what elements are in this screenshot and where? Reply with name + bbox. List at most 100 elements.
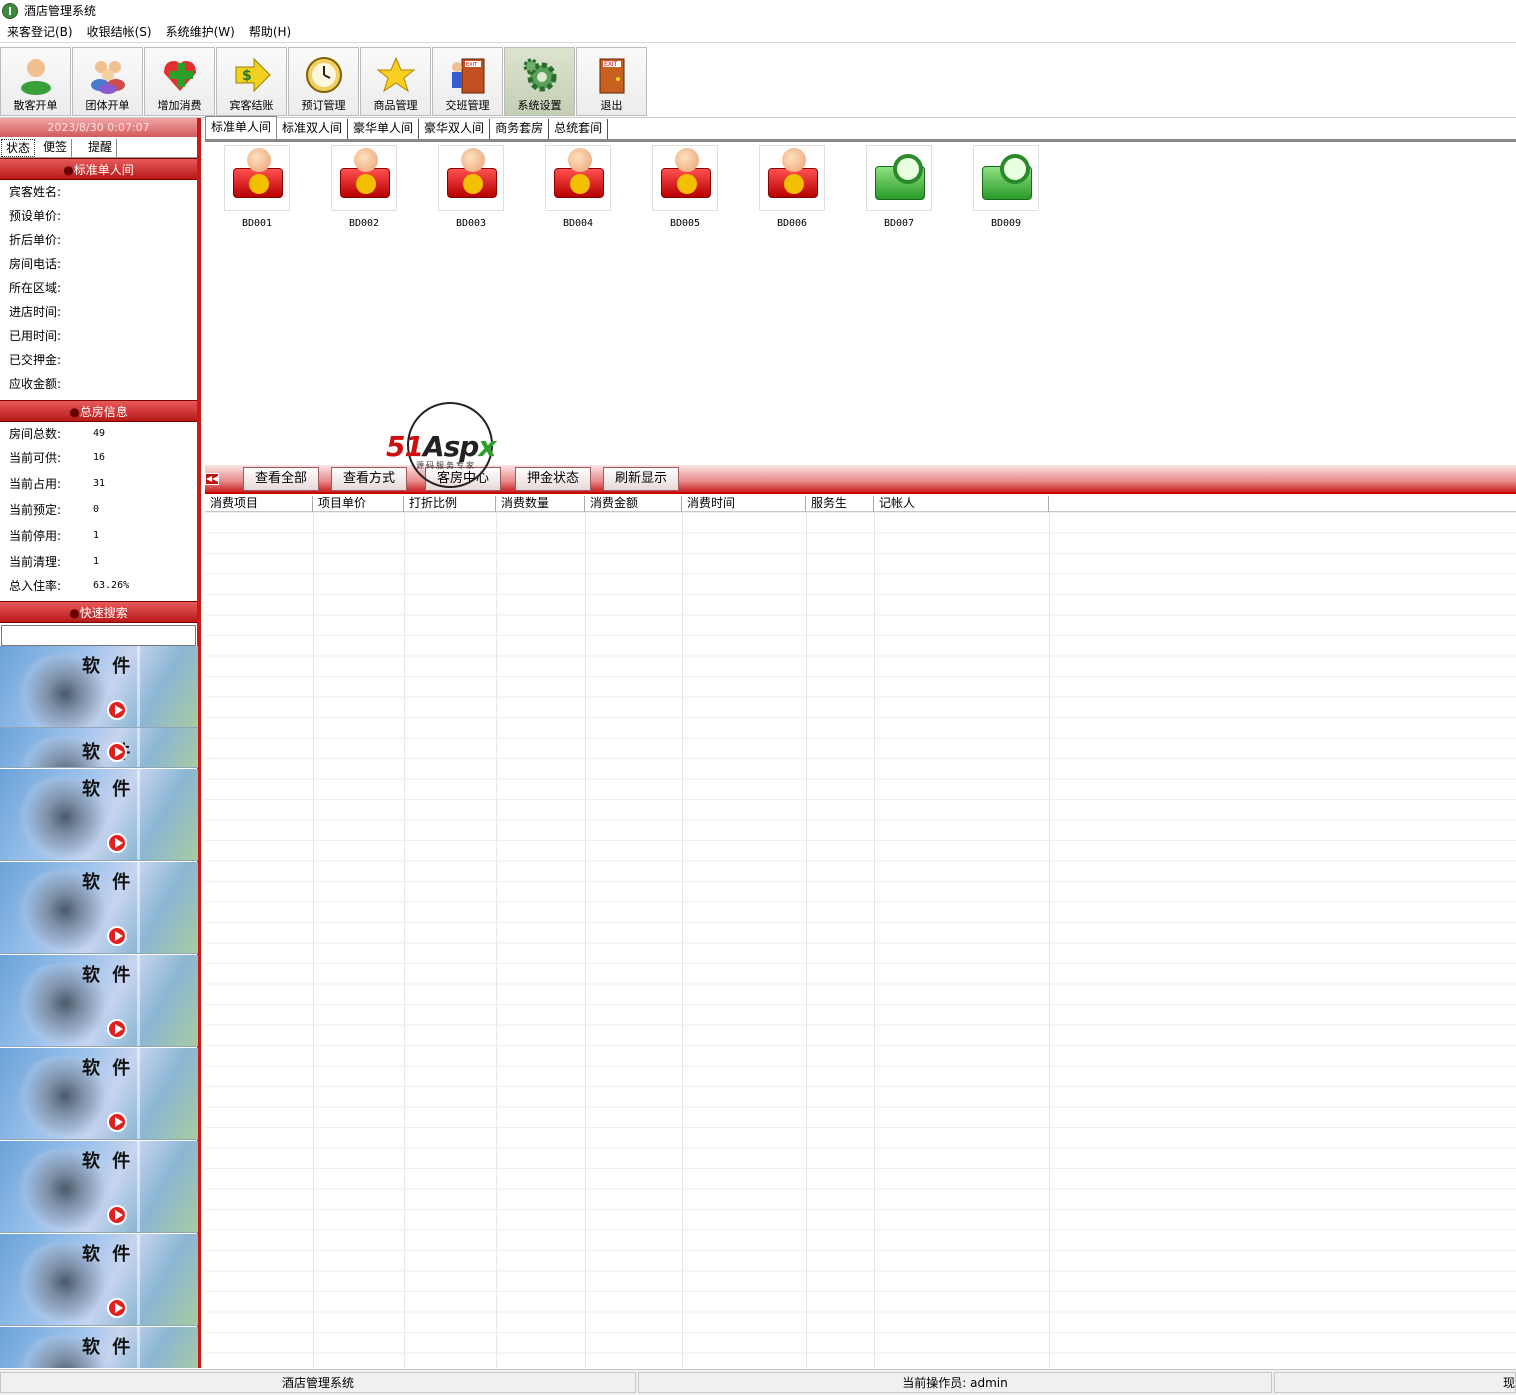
col-waiter[interactable]: 服务生 bbox=[806, 496, 874, 512]
goods-button[interactable]: 商品管理 bbox=[360, 47, 431, 116]
tab-standard-single[interactable]: 标准单人间 bbox=[205, 116, 278, 139]
add-consumption-icon bbox=[160, 55, 200, 95]
quick-search-header: ●快速搜索 bbox=[0, 601, 197, 623]
checkout-button[interactable]: $ 宾客结账 bbox=[216, 47, 287, 116]
tile-item[interactable]: 软 件 bbox=[0, 728, 198, 768]
tab-deluxe-double[interactable]: 豪华双人间 bbox=[419, 119, 491, 139]
tile-item[interactable]: 软 件 bbox=[0, 1327, 198, 1368]
tab-deluxe-single[interactable]: 豪华单人间 bbox=[348, 119, 420, 139]
clock-icon bbox=[304, 55, 344, 95]
exit-button[interactable]: EXIT 退出 bbox=[576, 47, 647, 116]
single-guest-button[interactable]: 散客开单 bbox=[0, 47, 71, 116]
col-discount[interactable]: 打折比例 bbox=[404, 496, 496, 512]
app-icon bbox=[2, 2, 18, 19]
summary-disabled: 当前停用: 1 bbox=[9, 529, 100, 543]
left-panel: 2023/8/30 0:07:07 状态 便签 提醒 ●标准单人间 宾客姓名: … bbox=[0, 118, 201, 1368]
settings-button[interactable]: 系统设置 bbox=[504, 47, 575, 116]
summary-occupied: 当前占用: 31 bbox=[9, 477, 106, 491]
star-icon bbox=[376, 55, 416, 95]
summary-header: ●总房信息 bbox=[0, 400, 197, 422]
room-item[interactable]: BD003 bbox=[430, 145, 512, 235]
room-item[interactable]: BD005 bbox=[644, 145, 726, 235]
window-title: 酒店管理系统 bbox=[24, 4, 97, 18]
room-item[interactable]: BD001 bbox=[216, 145, 298, 235]
field-guest-name: 宾客姓名: bbox=[9, 185, 62, 199]
room-item[interactable]: BD007 bbox=[858, 145, 940, 235]
play-icon bbox=[107, 833, 127, 853]
room-tiles: 软 件 软 件 软 件 软 件 软 件 软 件 软 件 软 件 软 件 bbox=[0, 646, 198, 1368]
menu-checkin[interactable]: 来客登记(B) bbox=[0, 23, 80, 40]
tab-business-suite[interactable]: 商务套房 bbox=[490, 119, 550, 139]
menu-bar: 来客登记(B) 收银结帐(S) 系统维护(W) 帮助(H) bbox=[0, 21, 1516, 43]
col-quantity[interactable]: 消费数量 bbox=[496, 496, 585, 512]
summary-total-rooms: 房间总数: 49 bbox=[9, 427, 106, 441]
tile-item[interactable]: 软 件 bbox=[0, 1048, 198, 1140]
tile-item[interactable]: 软 件 bbox=[0, 862, 198, 954]
occupied-room-icon bbox=[438, 145, 504, 211]
group-guest-icon bbox=[88, 55, 128, 95]
summary-cleaning: 当前清理: 1 bbox=[9, 555, 100, 569]
col-unit-price[interactable]: 项目单价 bbox=[313, 496, 404, 512]
available-room-icon bbox=[973, 145, 1039, 211]
single-guest-icon bbox=[16, 55, 56, 95]
col-time[interactable]: 消费时间 bbox=[682, 496, 806, 512]
field-discount-price: 折后单价: bbox=[9, 233, 62, 247]
room-item[interactable]: BD006 bbox=[751, 145, 833, 235]
exit-door-icon: EXIT bbox=[592, 55, 632, 95]
summary-available: 当前可供: 16 bbox=[9, 451, 106, 465]
play-icon bbox=[107, 1019, 127, 1039]
refresh-button[interactable]: 刷新显示 bbox=[603, 467, 679, 491]
collapse-arrow-icon[interactable]: ◀◀ bbox=[205, 473, 219, 485]
reservation-button[interactable]: 预订管理 bbox=[288, 47, 359, 116]
table-header: 消费项目 项目单价 打折比例 消费数量 消费金额 消费时间 服务生 记帐人 bbox=[205, 496, 1516, 512]
field-area: 所在区域: bbox=[9, 281, 62, 295]
field-elapsed-time: 已用时间: bbox=[9, 329, 62, 343]
status-operator: 当前操作员: admin bbox=[638, 1372, 1272, 1393]
checkout-icon: $ bbox=[232, 55, 272, 95]
field-checkin-time: 进店时间: bbox=[9, 305, 62, 319]
tab-notes[interactable]: 便签 bbox=[39, 139, 73, 157]
occupied-room-icon bbox=[652, 145, 718, 211]
play-icon bbox=[107, 742, 127, 762]
room-item[interactable]: BD004 bbox=[537, 145, 619, 235]
tab-presidential-suite[interactable]: 总统套间 bbox=[549, 119, 609, 139]
menu-help[interactable]: 帮助(H) bbox=[242, 23, 298, 40]
group-guest-button[interactable]: 团体开单 bbox=[72, 47, 143, 116]
tab-standard-double[interactable]: 标准双人间 bbox=[277, 119, 349, 139]
tab-reminders[interactable]: 提醒 bbox=[84, 139, 118, 157]
menu-system[interactable]: 系统维护(W) bbox=[159, 23, 242, 40]
menu-cashier[interactable]: 收银结帐(S) bbox=[80, 23, 159, 40]
status-app-name: 酒店管理系统 bbox=[0, 1372, 636, 1393]
summary-occupancy-rate: 总入住率: 63.26% bbox=[9, 579, 130, 593]
col-amount[interactable]: 消费金额 bbox=[585, 496, 682, 512]
room-item[interactable]: BD002 bbox=[323, 145, 405, 235]
tile-item[interactable]: 软 件 bbox=[0, 646, 198, 728]
room-type-tabs: 标准单人间 标准双人间 豪华单人间 豪华双人间 商务套房 总统套间 bbox=[205, 116, 1516, 142]
tile-item[interactable]: 软 件 bbox=[0, 1141, 198, 1233]
view-all-button[interactable]: 查看全部 bbox=[243, 467, 319, 491]
deposit-status-button[interactable]: 押金状态 bbox=[515, 467, 591, 491]
tile-item[interactable]: 软 件 bbox=[0, 955, 198, 1047]
field-amount-due: 应收金额: bbox=[9, 377, 62, 391]
status-bar: 酒店管理系统 当前操作员: admin 现 bbox=[0, 1369, 1516, 1395]
brand-watermark: 51Aspx 源码服务专家 bbox=[386, 402, 516, 488]
left-tabs: 状态 便签 提醒 bbox=[0, 137, 197, 158]
shift-button[interactable]: EXIT 交班管理 bbox=[432, 47, 503, 116]
svg-text:EXIT: EXIT bbox=[466, 62, 478, 68]
table-body[interactable] bbox=[205, 512, 1516, 1368]
add-consumption-button[interactable]: 增加消费 bbox=[144, 47, 215, 116]
consumption-table: 消费项目 项目单价 打折比例 消费数量 消费金额 消费时间 服务生 记帐人 bbox=[205, 496, 1516, 1368]
occupied-room-icon bbox=[331, 145, 397, 211]
room-type-header: ●标准单人间 bbox=[0, 158, 197, 180]
shift-exit-icon: EXIT bbox=[448, 55, 488, 95]
svg-text:$: $ bbox=[242, 68, 252, 84]
occupied-room-icon bbox=[545, 145, 611, 211]
room-item[interactable]: BD009 bbox=[965, 145, 1047, 235]
tab-status[interactable]: 状态 bbox=[1, 139, 36, 157]
tile-item[interactable]: 软 件 bbox=[0, 1234, 198, 1326]
quick-search-input[interactable] bbox=[1, 625, 196, 646]
col-item[interactable]: 消费项目 bbox=[205, 496, 313, 512]
col-bookkeeper[interactable]: 记帐人 bbox=[874, 496, 1049, 512]
tile-item[interactable]: 软 件 bbox=[0, 769, 198, 861]
play-icon bbox=[107, 1205, 127, 1225]
